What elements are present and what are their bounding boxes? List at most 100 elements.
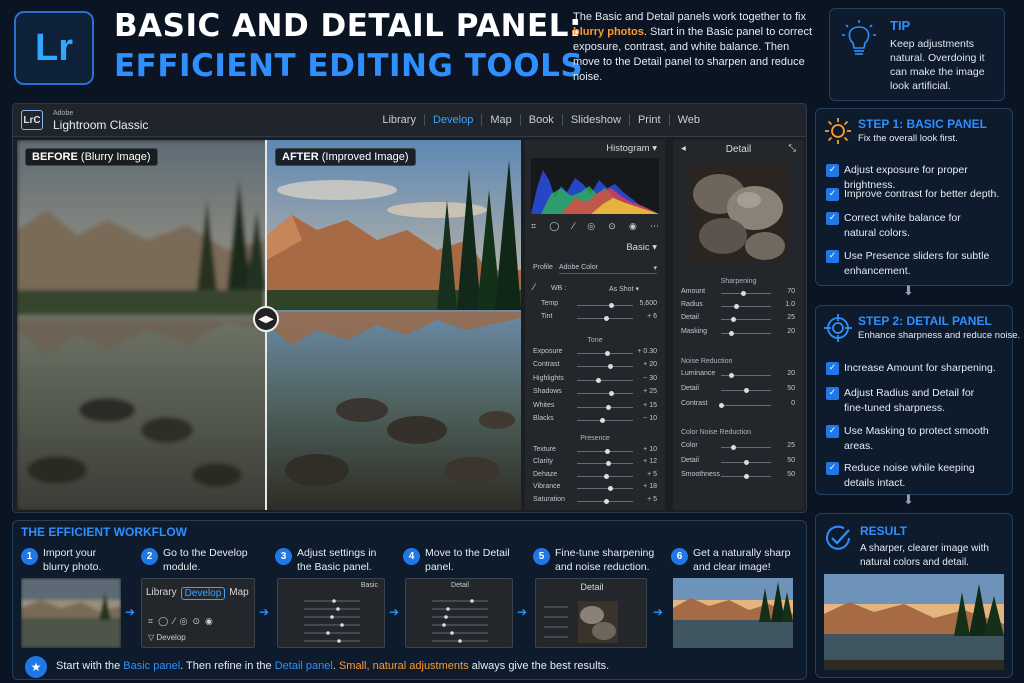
footer-detail-link: Detail panel [274, 660, 333, 672]
slider-track[interactable] [577, 316, 633, 321]
slider-knob[interactable] [731, 317, 736, 323]
detail-zoom-icon[interactable]: ⤡ [788, 143, 796, 154]
eyedropper-icon[interactable]: ⁄ [533, 283, 535, 293]
slider-track[interactable] [577, 418, 633, 423]
slider-knob[interactable] [607, 486, 613, 492]
crop-tool-icon[interactable]: ⌗ [531, 222, 536, 236]
step1-box: STEP 1: BASIC PANEL Fix the overall look… [815, 108, 1013, 286]
slider-knob[interactable] [603, 498, 609, 504]
compare-slider-handle-icon[interactable]: ◀▶ [253, 306, 279, 332]
mini-module-develop: Develop [180, 587, 226, 600]
slider-knob[interactable] [733, 304, 739, 310]
module-develop[interactable]: Develop [423, 114, 481, 126]
slider-track[interactable] [577, 303, 633, 308]
slider-knob[interactable] [605, 351, 611, 356]
slider-knob[interactable] [603, 316, 609, 321]
slider-track[interactable] [577, 498, 633, 504]
slider-row: Saturation + 5 [525, 496, 665, 508]
slider-value[interactable]: + 12 [631, 458, 657, 465]
slider-knob[interactable] [731, 445, 736, 450]
arrow-right-icon: ➔ [653, 605, 664, 619]
slider-value[interactable]: + 5 [631, 496, 657, 503]
slider-value[interactable]: + 5 [631, 471, 657, 478]
slider-track[interactable] [718, 403, 771, 409]
slider-value[interactable]: + 18 [631, 483, 657, 490]
module-map[interactable]: Map [481, 114, 519, 126]
workflow-title: THE EFFICIENT WORKFLOW [21, 525, 187, 539]
slider-knob[interactable] [609, 303, 615, 308]
slider-track[interactable] [577, 486, 633, 492]
slider-value[interactable]: 50 [769, 471, 795, 478]
slider-track[interactable] [721, 304, 771, 310]
slider-value[interactable]: 50 [769, 457, 795, 464]
slider-knob[interactable] [743, 388, 749, 394]
slider-value[interactable]: 25 [769, 442, 795, 449]
module-print[interactable]: Print [628, 114, 669, 126]
before-label-rest: (Blurry Image) [77, 151, 151, 163]
slider-track[interactable] [721, 459, 771, 465]
redeye-icon[interactable]: ⊙ [608, 222, 616, 236]
radial-filter-icon[interactable]: ◎ [587, 222, 595, 236]
slider-value[interactable]: 20 [769, 370, 795, 377]
module-slideshow[interactable]: Slideshow [561, 114, 629, 126]
slider-knob[interactable] [606, 404, 612, 410]
brush-tool-icon[interactable]: ⁄ [573, 222, 575, 236]
module-web[interactable]: Web [668, 114, 708, 126]
slider-value[interactable]: − 30 [631, 375, 657, 382]
slider-knob[interactable] [728, 330, 734, 336]
slider-value[interactable]: 50 [769, 385, 795, 392]
slider-value[interactable]: − 10 [631, 415, 657, 422]
slider-track[interactable] [721, 330, 771, 336]
spot-removal-icon[interactable]: ◯ [549, 222, 559, 236]
slider-knob[interactable] [605, 461, 611, 467]
slider-track[interactable] [577, 404, 633, 410]
slider-knob[interactable] [603, 473, 609, 479]
slider-value[interactable]: 20 [769, 328, 795, 335]
slider-track[interactable] [721, 388, 771, 394]
slider-track[interactable] [577, 377, 633, 383]
slider-knob[interactable] [609, 391, 615, 397]
slider-knob[interactable] [743, 474, 749, 480]
histogram-header[interactable]: Histogram ▾ [606, 143, 657, 154]
slider-track[interactable] [721, 317, 771, 323]
slider-value[interactable]: + 6 [631, 313, 657, 320]
slider-knob[interactable] [608, 364, 614, 370]
module-book[interactable]: Book [519, 114, 562, 126]
slider-value[interactable]: 0 [769, 400, 795, 407]
slider-value[interactable]: 70 [769, 288, 795, 295]
slider-track[interactable] [577, 351, 633, 356]
slider-knob[interactable] [605, 449, 611, 454]
slider-track[interactable] [721, 474, 771, 480]
profile-select[interactable]: Adobe Color ▾ [559, 264, 657, 274]
slider-value[interactable]: 25 [769, 314, 795, 321]
masking-icon[interactable]: ◉ [629, 222, 637, 236]
slider-knob[interactable] [743, 459, 749, 465]
slider-track[interactable] [721, 445, 771, 450]
footer-tip: Start with the Basic panel. Then refine … [56, 660, 609, 672]
slider-value[interactable]: 1.0 [769, 301, 795, 308]
slider-track[interactable] [577, 391, 633, 397]
slider-value[interactable]: + 15 [631, 402, 657, 409]
basic-header[interactable]: Basic ▾ [626, 242, 657, 253]
slider-knob[interactable] [728, 373, 734, 378]
slider-knob[interactable] [718, 403, 724, 409]
slider-value[interactable]: 5,600 [631, 300, 657, 307]
slider-track[interactable] [577, 364, 633, 370]
slider-track[interactable] [721, 373, 771, 378]
slider-track[interactable] [577, 461, 633, 467]
more-tools-icon[interactable]: ⋯ [650, 222, 659, 236]
slider-value[interactable]: + 10 [631, 446, 657, 453]
wb-select[interactable]: As Shot ▾ [609, 285, 639, 293]
slider-knob[interactable] [599, 418, 605, 423]
slider-track[interactable] [721, 291, 771, 296]
slider-track[interactable] [577, 449, 633, 454]
slider-value[interactable]: + 20 [631, 361, 657, 368]
slider-track[interactable] [577, 473, 633, 479]
slider-knob[interactable] [741, 291, 746, 296]
slider-value[interactable]: + 25 [631, 388, 657, 395]
slider-value[interactable]: + 0.30 [631, 348, 657, 355]
slider-knob[interactable] [595, 377, 601, 383]
module-library[interactable]: Library [374, 114, 424, 126]
arrow-right-icon: ➔ [517, 605, 528, 619]
step-line: Get a naturally sharp [693, 547, 791, 559]
